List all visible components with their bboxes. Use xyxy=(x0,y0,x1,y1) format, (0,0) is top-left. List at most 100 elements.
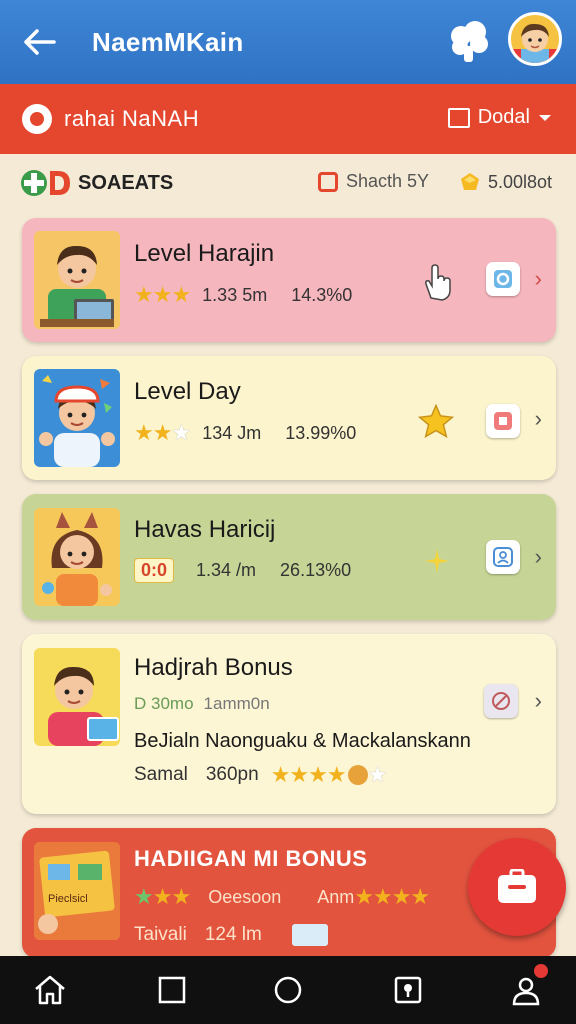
search-label: Shacth 5Y xyxy=(346,171,430,191)
coin-balance[interactable]: 5.00l8ot xyxy=(458,171,552,193)
rating-stars: ★★★ xyxy=(134,420,191,445)
nav-map[interactable] xyxy=(388,970,428,1010)
rating-stars-2: ★★★★ xyxy=(354,884,430,909)
card-title: Level Day xyxy=(134,378,241,405)
coin-icon xyxy=(347,765,368,785)
card-action-button[interactable] xyxy=(484,684,518,718)
chef-kid-image xyxy=(34,369,120,467)
avatar-face-icon xyxy=(511,23,559,63)
banner-logo-icon xyxy=(22,104,52,134)
card-value-1: 134 Jm xyxy=(202,422,262,443)
bottom-navigation xyxy=(0,956,576,1024)
rating-stars: ★★★ xyxy=(134,282,191,307)
cat-girl-image xyxy=(34,508,120,606)
map-pin-icon xyxy=(394,976,422,1004)
banner-title: rahai NaNAH xyxy=(64,106,200,131)
card-footer-value: 360pn xyxy=(205,764,259,785)
card-action-button[interactable] xyxy=(486,540,520,574)
card-meta: 0:0 1.34 /m 26.13%0 xyxy=(134,558,351,583)
card-value-2: 13.99%0 xyxy=(285,422,357,443)
card-footer: Taivali 124 lm xyxy=(134,924,328,946)
section-title: SOAEATS xyxy=(78,171,174,194)
promo-banner: rahai NaNAH Dodal xyxy=(0,84,576,154)
logo-icon xyxy=(21,170,70,196)
card-thumbnail xyxy=(34,508,120,606)
chevron-right-icon[interactable]: › xyxy=(535,406,542,432)
list-card[interactable]: Havas Haricij 0:0 1.34 /m 26.13%0 › xyxy=(22,494,556,620)
chevron-right-icon[interactable]: › xyxy=(535,544,542,570)
card-title: Havas Haricij xyxy=(134,516,276,543)
card-footer: Samal 360pn ★★★★ ★ xyxy=(134,762,388,788)
card-action-button[interactable] xyxy=(486,404,520,438)
banner-dropdown[interactable]: Dodal xyxy=(447,106,552,129)
rating-stars: ★★★ xyxy=(134,884,191,909)
dropdown-label: Dodal xyxy=(477,106,530,128)
cloud-icon[interactable] xyxy=(448,20,490,64)
chevron-right-icon[interactable]: › xyxy=(535,688,542,714)
card-title: Hadjrah Bonus xyxy=(134,654,293,681)
profile-icon xyxy=(512,977,540,1006)
floating-action-button[interactable] xyxy=(468,838,566,936)
nav-profile[interactable] xyxy=(506,964,548,1010)
section-header: SOAEATS Shacth 5Y 5.00l8ot xyxy=(0,154,576,212)
card-value-2: 26.13%0 xyxy=(280,560,352,580)
boy-laptop-image xyxy=(34,231,120,329)
dice-icon xyxy=(291,924,328,946)
list-card[interactable]: Level Day ★★★ 134 Jm 13.99%0 › xyxy=(22,356,556,480)
card-sub-right: Anm xyxy=(317,886,355,907)
card-badge: 0:0 xyxy=(134,558,175,583)
card-thumbnail: Pieclsicl xyxy=(34,842,120,940)
card-sub-right: 1amm0n xyxy=(203,694,270,713)
window-icon xyxy=(447,107,470,128)
slash-icon xyxy=(492,692,510,710)
boy-reading-image xyxy=(34,648,120,746)
card-footer-value: 124 lm xyxy=(204,924,262,945)
card-value-1: 1.33 5m xyxy=(202,284,268,305)
app-title: NaemMKain xyxy=(92,26,244,57)
user-avatar[interactable] xyxy=(508,12,562,66)
list-card[interactable]: Level Harajin ★★★ 1.33 5m 14.3%0 › xyxy=(22,218,556,342)
star-icon[interactable] xyxy=(418,404,454,438)
circle-outline-icon xyxy=(494,270,512,288)
back-arrow-icon xyxy=(24,29,56,55)
sparkle-icon xyxy=(425,549,449,573)
card-title: Level Harajin xyxy=(134,240,275,267)
card-thumbnail xyxy=(34,648,120,746)
card-thumbnail xyxy=(34,369,120,467)
nav-home[interactable] xyxy=(30,970,70,1010)
nav-square[interactable] xyxy=(152,970,192,1010)
coin-value: 5.00l8ot xyxy=(488,171,553,192)
coin-icon xyxy=(461,173,479,190)
card-subline: ★★★ Oeesoon Anm ★★★★ xyxy=(134,884,430,910)
square-stop-icon xyxy=(494,412,512,430)
chevron-down-icon xyxy=(539,114,551,121)
circle-icon xyxy=(274,976,302,1004)
card-title: HADIIGAN MI BONUS xyxy=(134,846,368,871)
empty-star: ★ xyxy=(367,762,388,787)
list-card[interactable]: Hadjrah Bonus D 30mo 1amm0n BeJialn Naon… xyxy=(22,634,556,814)
card-meta: ★★★ 134 Jm 13.99%0 xyxy=(134,420,356,446)
nav-circle[interactable] xyxy=(268,970,308,1010)
search-button[interactable]: Shacth 5Y xyxy=(318,171,429,192)
hand-icon[interactable] xyxy=(420,262,454,302)
card-sub-left: D 30mo xyxy=(134,694,194,713)
card-value-1: 1.34 /m xyxy=(196,560,257,580)
back-button[interactable] xyxy=(12,14,68,70)
card-action-button[interactable] xyxy=(486,262,520,296)
search-icon xyxy=(318,171,338,192)
square-icon xyxy=(158,976,186,1004)
rating-stars: ★★★★ xyxy=(270,762,347,787)
card-sub-mid: Oeesoon xyxy=(208,886,282,907)
card-value-2: 14.3%0 xyxy=(291,284,353,305)
card-description: BeJialn Naonguaku & Mackalanskann xyxy=(134,730,471,752)
card-footer-label: Taivali xyxy=(134,924,187,945)
card-thumbnail xyxy=(34,231,120,329)
notification-dot xyxy=(534,964,548,978)
card-footer-label: Samal xyxy=(134,764,188,785)
card-meta: ★★★ 1.33 5m 14.3%0 xyxy=(134,282,352,308)
app-bar: NaemMKain xyxy=(0,0,576,84)
user-icon xyxy=(493,547,513,567)
briefcase-icon xyxy=(498,869,536,903)
chevron-right-icon[interactable]: › xyxy=(535,266,542,292)
home-icon xyxy=(35,975,65,1005)
